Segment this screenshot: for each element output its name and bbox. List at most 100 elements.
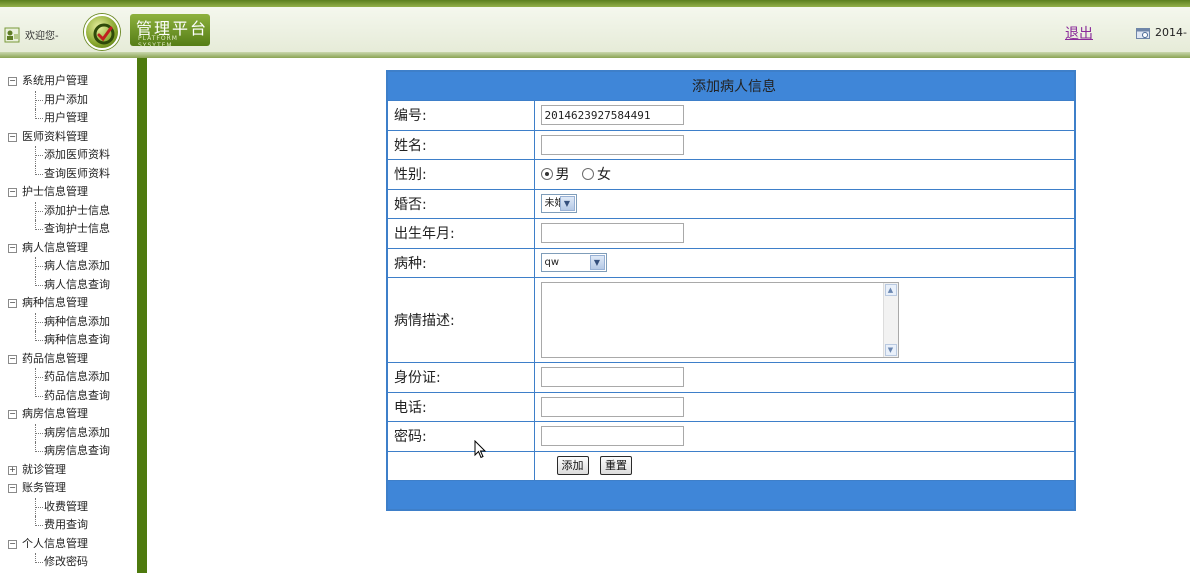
- reset-button[interactable]: 重置: [599, 456, 632, 476]
- sidebar-item[interactable]: 药品信息添加: [8, 368, 110, 387]
- password-input[interactable]: [540, 426, 684, 447]
- married-select[interactable]: 未婚 ▼: [540, 194, 577, 214]
- married-label: 婚否:: [386, 188, 535, 219]
- sidebar-item[interactable]: 病种信息添加: [8, 312, 110, 332]
- chevron-down-icon[interactable]: ▼: [559, 196, 575, 212]
- add-patient-form: 添加病人信息 编号: 姓名: 性别: 男 女 婚否: 未婚 ▼: [386, 70, 1076, 511]
- sidebar-item[interactable]: 病种信息查询: [8, 331, 110, 350]
- scroll-down-icon[interactable]: ▼: [884, 344, 897, 356]
- collapse-icon[interactable]: −: [8, 243, 17, 253]
- user-icon: [4, 27, 20, 43]
- sidebar-item[interactable]: 修改密码: [8, 553, 110, 572]
- sidebar-item[interactable]: 添加医师资料: [8, 146, 110, 165]
- expand-icon[interactable]: +: [8, 465, 17, 475]
- sidebar-group-label: 病人信息管理: [22, 240, 88, 254]
- name-input[interactable]: [540, 134, 684, 155]
- sidebar-item[interactable]: 收费管理: [8, 497, 110, 517]
- sidebar-item[interactable]: 病人信息添加: [8, 257, 110, 276]
- sidebar-item[interactable]: 病房信息查询: [8, 442, 110, 461]
- collapse-icon[interactable]: −: [8, 77, 17, 86]
- collapse-icon[interactable]: −: [8, 299, 17, 308]
- sidebar-group[interactable]: − 病房信息管理: [8, 405, 110, 424]
- welcome-text: 欢迎您-: [25, 31, 59, 42]
- collapse-icon[interactable]: −: [8, 539, 17, 549]
- disease-select-value: qw: [544, 257, 560, 269]
- disease-label: 病种:: [386, 247, 535, 278]
- row-birth: 出生年月:: [386, 218, 1076, 249]
- sidebar-group[interactable]: − 医师资料管理: [8, 128, 110, 147]
- row-idcard: 身份证:: [386, 362, 1076, 393]
- sidebar-item[interactable]: 用户管理: [8, 109, 110, 128]
- chevron-down-icon[interactable]: ▼: [589, 255, 605, 271]
- row-disease: 病种: qw ▼: [386, 247, 1076, 278]
- description-textarea[interactable]: ▲ ▼: [540, 282, 899, 358]
- sidebar-group[interactable]: + 就诊管理: [8, 461, 110, 480]
- sidebar-group[interactable]: − 病人信息管理: [8, 239, 110, 258]
- collapse-icon[interactable]: −: [8, 188, 17, 197]
- collapse-icon[interactable]: −: [8, 410, 17, 419]
- scroll-up-icon[interactable]: ▲: [884, 284, 897, 296]
- sidebar-group[interactable]: − 系统用户管理: [8, 72, 110, 91]
- id-input[interactable]: [540, 105, 684, 126]
- sidebar-item[interactable]: 添加护士信息: [8, 201, 110, 221]
- sidebar-group-label: 病房信息管理: [22, 407, 88, 420]
- sidebar-group-label: 护士信息管理: [22, 185, 88, 198]
- sidebar-group[interactable]: − 个人信息管理: [8, 535, 110, 554]
- disease-select[interactable]: qw ▼: [540, 253, 607, 273]
- collapse-icon[interactable]: −: [8, 354, 17, 364]
- birth-input[interactable]: [540, 223, 684, 244]
- sidebar-group[interactable]: − 病种信息管理: [8, 294, 110, 313]
- phone-label: 电话:: [386, 391, 535, 422]
- form-footer: [386, 480, 1076, 511]
- collapse-icon[interactable]: −: [8, 484, 17, 493]
- header: 欢迎您- 管理平台 PLATFORM SYSYTEM 退出 2014-: [0, 0, 1190, 58]
- sidebar-group-label: 病种信息管理: [22, 296, 88, 309]
- logout-link[interactable]: 退出: [1065, 23, 1093, 43]
- row-married: 婚否: 未婚 ▼: [386, 188, 1076, 219]
- idcard-input[interactable]: [540, 367, 684, 388]
- collapse-icon[interactable]: −: [8, 132, 17, 142]
- phone-input[interactable]: [540, 396, 684, 417]
- logo-subtitle: PLATFORM SYSYTEM: [138, 35, 178, 49]
- gender-label: 性别:: [386, 159, 535, 190]
- row-phone: 电话:: [386, 391, 1076, 422]
- name-label: 姓名:: [386, 129, 535, 160]
- gender-male-radio[interactable]: [540, 168, 553, 181]
- logo: 管理平台 PLATFORM SYSYTEM: [130, 14, 210, 49]
- sidebar-group[interactable]: − 护士信息管理: [8, 183, 110, 202]
- idcard-label: 身份证:: [386, 362, 535, 393]
- birth-label: 出生年月:: [386, 218, 535, 249]
- textarea-scrollbar[interactable]: ▲ ▼: [882, 283, 898, 357]
- row-name: 姓名:: [386, 129, 1076, 160]
- sidebar-item[interactable]: 查询护士信息: [8, 220, 110, 239]
- gender-female-radio[interactable]: [581, 168, 594, 181]
- password-label: 密码:: [386, 421, 535, 452]
- row-description: 病情描述: ▲ ▼: [386, 277, 1076, 363]
- row-buttons: 添加 重置: [386, 450, 1076, 481]
- sidebar-item[interactable]: 病房信息添加: [8, 423, 110, 443]
- mouse-cursor-icon: [474, 440, 487, 459]
- sidebar-item[interactable]: 药品信息查询: [8, 386, 110, 406]
- header-bottom-stripe: [0, 52, 1190, 58]
- sidebar-group[interactable]: − 药品信息管理: [8, 350, 110, 369]
- date-display: 2014-: [1155, 26, 1187, 39]
- sidebar-item[interactable]: 用户添加: [8, 90, 110, 110]
- sidebar-group[interactable]: − 账务管理: [8, 479, 110, 498]
- form-title: 添加病人信息: [386, 70, 1076, 101]
- header-top-stripe: [0, 0, 1190, 7]
- form-table: 添加病人信息 编号: 姓名: 性别: 男 女 婚否: 未婚 ▼: [386, 70, 1076, 511]
- description-label: 病情描述:: [386, 277, 535, 363]
- gender-female-label: 女: [596, 167, 611, 184]
- add-button[interactable]: 添加: [556, 456, 589, 476]
- sidebar-tree: − 系统用户管理 用户添加 用户管理 − 医师资料管理 添加医师资料 查询医师资料 − 护士信息管…: [8, 72, 110, 572]
- sidebar-item[interactable]: 查询医师资料: [8, 164, 110, 184]
- sidebar-splitter[interactable]: [137, 58, 147, 573]
- sidebar-group-label: 个人信息管理: [22, 536, 88, 550]
- sidebar-group-label: 医师资料管理: [22, 129, 88, 143]
- row-password: 密码:: [386, 421, 1076, 452]
- row-gender: 性别: 男 女: [386, 159, 1076, 190]
- logo-emblem-icon: [84, 14, 120, 50]
- sidebar-group-label: 账务管理: [22, 481, 66, 494]
- sidebar-item[interactable]: 费用查询: [8, 516, 110, 535]
- sidebar-item[interactable]: 病人信息查询: [8, 275, 110, 295]
